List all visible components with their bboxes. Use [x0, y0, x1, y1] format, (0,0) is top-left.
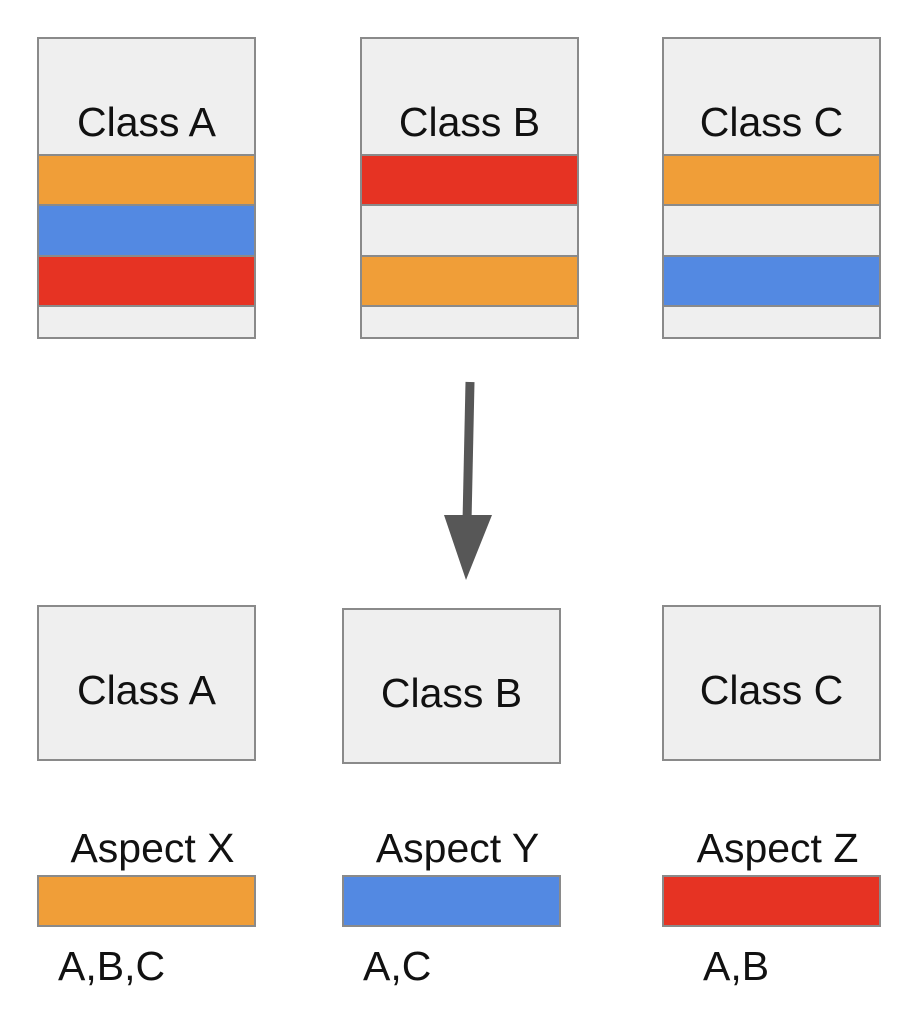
aspect-bar [37, 875, 256, 927]
class-box-top-1: Class B [360, 37, 579, 339]
arrow [444, 381, 492, 580]
aspect-label: Aspect Y [376, 825, 539, 871]
aspect-label: Aspect Z [697, 825, 859, 871]
stripe-empty [662, 204, 881, 257]
aspect-label: Aspect X [70, 825, 234, 871]
aspect-bar [342, 875, 561, 927]
class-box-bottom-2: Class C [662, 605, 881, 761]
aspect-members: A,B,C [58, 943, 165, 989]
class-label: Class A [77, 667, 217, 713]
class-box-top-2: Class C [662, 37, 881, 339]
class-box-bottom-0: Class A [37, 605, 256, 761]
stripe-empty [662, 305, 881, 339]
class-aspect-diagram: Class A Class B Class C Class A Class B Clas… [37, 37, 881, 989]
aspect-2: Aspect Z A,B [662, 825, 881, 989]
stripe-blue [662, 255, 881, 307]
stripe-blue [37, 204, 256, 257]
aspect-members: A,B [703, 943, 769, 989]
stripe-orange [37, 154, 256, 206]
class-label: Class B [381, 670, 522, 716]
stripe-orange [360, 255, 579, 307]
class-box-bottom-1: Class B [342, 608, 561, 764]
class-box-top-0: Class A [37, 37, 256, 339]
aspect-members: A,C [363, 943, 431, 989]
aspect-1: Aspect Y A,C [342, 825, 561, 989]
stripe-empty [360, 305, 579, 339]
stripe-empty [360, 204, 579, 257]
stripe-red [360, 154, 579, 206]
stripe-orange [662, 154, 881, 206]
class-label: Class A [77, 99, 217, 145]
class-label: Class B [399, 99, 540, 145]
aspect-0: Aspect X A,B,C [37, 825, 256, 989]
stripe-red [37, 255, 256, 307]
class-label: Class C [700, 99, 844, 145]
aspect-bar [662, 875, 881, 927]
stripe-empty [37, 305, 256, 339]
class-label: Class C [700, 667, 844, 713]
